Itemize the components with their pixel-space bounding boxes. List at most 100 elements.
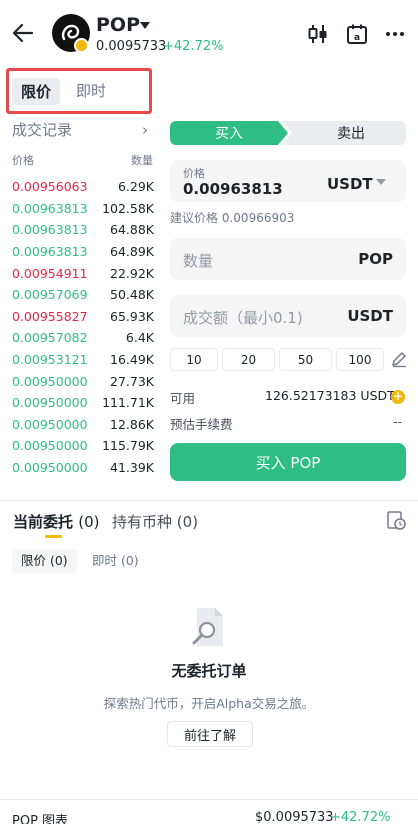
available-label: 可用: [170, 391, 196, 406]
trade-price: 0.00955827: [12, 308, 88, 324]
amount-input[interactable]: 成交额（最小0.1) USDT: [170, 295, 406, 337]
quick-amount-50[interactable]: 50: [279, 348, 332, 371]
tab-open-orders-count: (0): [78, 513, 100, 531]
pair-price: 0.0095733: [96, 39, 167, 54]
empty-subtitle: 探索热门代币，开启Alpha交易之旅。: [103, 696, 315, 711]
tab-holdings[interactable]: 持有币种 (0): [112, 511, 198, 532]
trade-row: 0.00963813 64.89K: [12, 241, 154, 263]
tab-holdings-count: (0): [176, 513, 199, 531]
trade-row: 0.00955827 65.93K: [12, 306, 154, 328]
tab-open-orders[interactable]: 当前委托 (0): [13, 511, 100, 532]
trade-qty: 64.88K: [110, 222, 154, 238]
quantity-placeholder: 数量: [183, 252, 214, 270]
trade-row: 0.00950000 115.79K: [12, 435, 154, 457]
order-history-icon[interactable]: [385, 509, 407, 531]
footer-chart-link[interactable]: POP 图表: [12, 810, 68, 824]
trade-price: 0.00950000: [12, 395, 88, 411]
trade-qty: 41.39K: [110, 460, 154, 476]
chevron-right-icon[interactable]: ›: [142, 121, 148, 139]
trade-qty: 16.49K: [110, 352, 154, 368]
amount-placeholder: 成交额（最小0.1): [183, 309, 303, 327]
pair-dropdown-icon[interactable]: [140, 22, 150, 29]
back-arrow-icon[interactable]: [10, 20, 36, 46]
trade-price: 0.00953121: [12, 352, 88, 368]
trade-price: 0.00963813: [12, 200, 88, 216]
trade-price: 0.00957082: [12, 330, 88, 346]
suggested-value: 0.00966903: [221, 211, 295, 225]
trade-qty: 27.73K: [110, 373, 154, 389]
trade-price: 0.00950000: [12, 438, 88, 454]
calendar-icon[interactable]: a: [345, 22, 369, 46]
chain-badge-icon: [74, 38, 89, 53]
trade-price: 0.00957069: [12, 287, 88, 303]
buy-submit-button[interactable]: 买入 POP: [170, 443, 406, 481]
more-icon[interactable]: [383, 22, 407, 46]
price-value[interactable]: 0.00963813: [183, 180, 283, 198]
amount-unit: USDT: [347, 307, 393, 325]
trade-row: 0.00953121 16.49K: [12, 349, 154, 371]
trade-qty: 65.93K: [110, 308, 154, 324]
trade-price: 0.00950000: [12, 460, 88, 476]
svg-text:a: a: [354, 33, 360, 43]
tab-market[interactable]: 即时: [76, 78, 106, 105]
trade-price: 0.00954911: [12, 265, 88, 281]
fee-value: --: [393, 414, 403, 429]
subtab-limit[interactable]: 限价 (0): [12, 549, 77, 573]
add-funds-icon[interactable]: +: [391, 390, 405, 404]
trade-price: 0.00956063: [12, 179, 88, 195]
trade-row: 0.00963813 102.58K: [12, 198, 154, 220]
quick-amount-100[interactable]: 100: [336, 348, 384, 371]
trade-qty: 64.89K: [110, 244, 154, 260]
tab-holdings-label: 持有币种: [112, 513, 173, 531]
footer-price: $0.0095733: [255, 810, 334, 824]
section-divider: [0, 500, 418, 501]
empty-document-search-icon: [192, 608, 223, 646]
trade-qty: 12.86K: [110, 416, 154, 432]
trade-qty: 6.4K: [125, 330, 154, 346]
tab-open-orders-label: 当前委托: [13, 513, 74, 531]
pair-name[interactable]: POP: [96, 14, 140, 36]
empty-title: 无委托订单: [171, 662, 247, 680]
trade-qty: 115.79K: [102, 438, 154, 454]
footer-change: +42.72%: [330, 810, 391, 824]
buy-tab[interactable]: 买入: [170, 121, 288, 145]
quick-amount-10[interactable]: 10: [170, 348, 218, 371]
active-tab-indicator: [45, 535, 62, 538]
suggested-label: 建议价格: [170, 211, 219, 225]
trade-row: 0.00950000 27.73K: [12, 370, 154, 392]
price-unit[interactable]: USDT: [327, 175, 373, 193]
subtab-market[interactable]: 即时 (0): [92, 549, 139, 573]
trade-row: 0.00956063 6.29K: [12, 176, 154, 198]
trade-qty: 111.71K: [102, 395, 154, 411]
trade-qty: 50.48K: [110, 287, 154, 303]
quantity-input[interactable]: 数量 POP: [170, 238, 406, 280]
trade-price: 0.00950000: [12, 416, 88, 432]
caret-down-icon[interactable]: [376, 179, 386, 185]
trade-price: 0.00950000: [12, 373, 88, 389]
price-label: 价格: [183, 167, 205, 180]
trade-row: 0.00950000 111.71K: [12, 392, 154, 414]
trades-col-price: 价格: [12, 154, 34, 167]
explore-button[interactable]: 前往了解: [167, 721, 253, 747]
suggested-price: 建议价格 0.00966903: [170, 209, 294, 226]
sell-tab[interactable]: 卖出: [282, 121, 406, 145]
trade-price: 0.00963813: [12, 222, 88, 238]
trade-row: 0.00963813 64.88K: [12, 219, 154, 241]
trade-row: 0.00957082 6.4K: [12, 327, 154, 349]
trade-row: 0.00954911 22.92K: [12, 262, 154, 284]
edit-pencil-icon[interactable]: [390, 350, 408, 368]
trade-qty: 6.29K: [117, 179, 154, 195]
fee-label: 预估手续费: [170, 417, 233, 432]
footer-divider: [0, 799, 418, 800]
buy-sell-switch: 卖出 买入: [170, 121, 406, 145]
trade-qty: 102.58K: [102, 200, 154, 216]
trades-title[interactable]: 成交记录: [12, 119, 72, 140]
trade-price: 0.00963813: [12, 244, 88, 260]
trade-row: 0.00957069 50.48K: [12, 284, 154, 306]
tab-limit[interactable]: 限价: [12, 78, 60, 105]
trade-row: 0.00950000 12.86K: [12, 414, 154, 436]
quick-amount-20[interactable]: 20: [222, 348, 275, 371]
quantity-unit: POP: [358, 250, 393, 268]
price-input[interactable]: 价格 0.00963813 USDT: [170, 160, 406, 202]
candlestick-chart-icon[interactable]: [306, 22, 330, 46]
